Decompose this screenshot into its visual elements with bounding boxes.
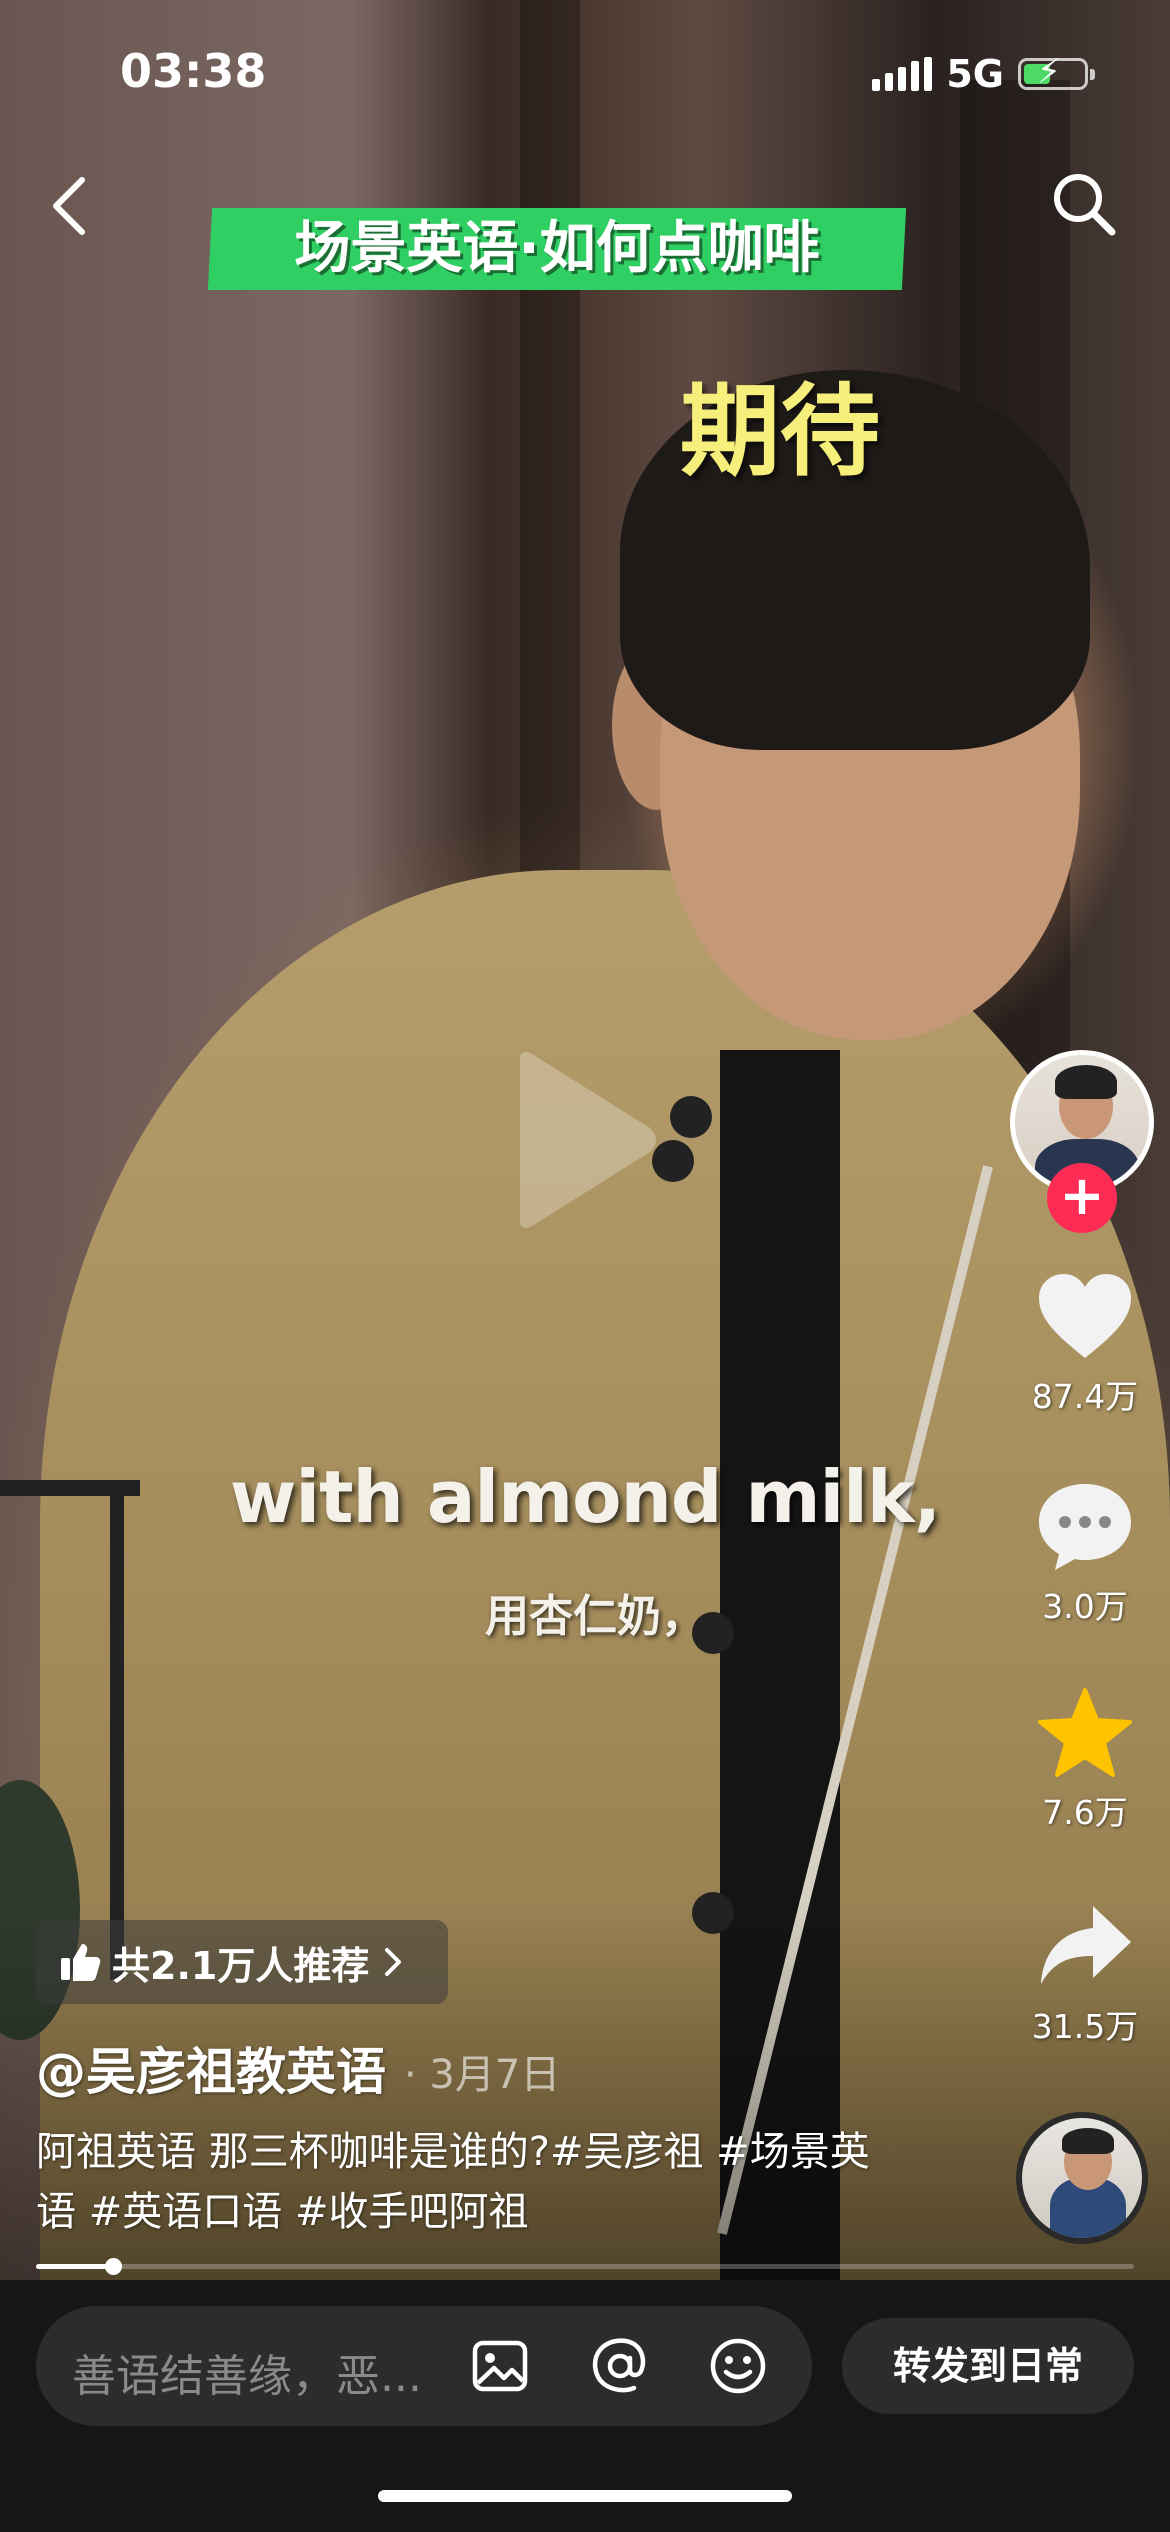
progress-bar[interactable] [36,2258,1134,2275]
battery-icon: ⚡ [1018,55,1095,90]
heart-icon [1039,1274,1131,1358]
thumbs-up-icon [61,1944,101,1981]
post-date: · 3月7日 [404,2052,561,2098]
share-count: 31.5万 [1031,2007,1139,2046]
like-count: 87.4万 [1031,1377,1139,1416]
comment-bubble-icon [1039,1484,1131,1570]
like-button[interactable]: 87.4万 [1010,1270,1160,1418]
emoji-icon[interactable] [708,2336,768,2396]
search-icon [1054,174,1116,236]
status-icons: 5G ⚡ [872,52,1095,96]
jacket-button [670,1096,712,1138]
subtitle-english: with almond milk, [229,1455,941,1539]
recommend-pill[interactable]: 共2.1万人推荐 [36,1920,448,2004]
back-button[interactable] [40,170,100,240]
favorite-count: 7.6万 [1042,1793,1128,1832]
image-icon[interactable] [470,2336,530,2396]
follow-button[interactable]: + [1047,1163,1117,1233]
home-indicator[interactable] [378,2490,792,2502]
recommend-text: 共2.1万人推荐 [112,1943,370,1988]
search-button[interactable] [1048,168,1120,240]
share-arrow-icon [1041,1906,1131,1984]
back-chevron-icon [53,177,85,235]
share-button[interactable]: 31.5万 [1010,1900,1160,2048]
at-icon[interactable] [590,2336,650,2396]
progress-knob[interactable] [105,2258,122,2275]
author-name[interactable]: @吴彦祖教英语 [36,2032,386,2104]
title-banner: 场景英语·如何点咖啡 [294,216,820,281]
music-disc[interactable] [1016,2112,1148,2244]
keyword-caption: 期待 [680,373,880,490]
comment-button[interactable]: 3.0万 [1010,1480,1160,1628]
chevron-right-icon [385,1948,402,1976]
share-to-daily-button[interactable]: 转发到日常 [842,2318,1134,2414]
comment-count: 3.0万 [1042,1587,1128,1626]
network-type: 5G [946,52,1004,96]
signal-icon [872,57,933,91]
subtitle-chinese: 用杏仁奶， [485,1591,705,1642]
post-caption[interactable]: 阿祖英语 那三杯咖啡是谁的?#吴彦祖 #场景英语 #英语口语 #收手吧阿祖 [36,2122,896,2242]
play-icon[interactable] [500,1040,670,1240]
star-icon [1038,1688,1132,1777]
favorite-button[interactable]: 7.6万 [1010,1686,1160,1834]
status-time: 03:38 [120,44,267,98]
comment-placeholder: 善语结善缘，恶... [72,2351,422,2402]
progress-fill [36,2264,113,2269]
